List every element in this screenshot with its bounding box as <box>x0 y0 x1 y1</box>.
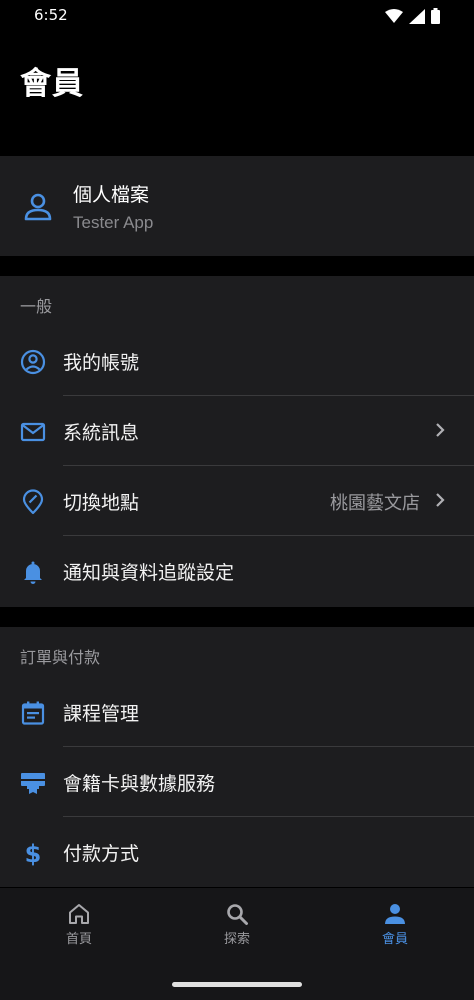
profile-name: 個人檔案 <box>73 184 150 206</box>
person-icon <box>385 904 405 924</box>
row-payment-methods[interactable]: $ 付款方式 <box>0 817 474 887</box>
search-icon <box>227 904 248 925</box>
row-label: 切換地點 <box>63 492 140 514</box>
row-label: 付款方式 <box>63 843 140 865</box>
home-icon <box>69 904 89 924</box>
section-header-orders: 訂單與付款 <box>20 648 101 667</box>
tab-member[interactable]: 會員 <box>345 902 445 947</box>
membership-card-icon <box>21 773 45 794</box>
signal-icon <box>409 8 425 24</box>
row-system-messages[interactable]: 系統訊息 <box>0 396 474 466</box>
wifi-icon <box>385 9 403 23</box>
home-indicator <box>172 982 302 987</box>
location-icon <box>22 489 44 515</box>
tab-label: 會員 <box>381 932 408 947</box>
battery-icon <box>431 8 440 24</box>
row-switch-location[interactable]: 切換地點 桃園藝文店 <box>0 466 474 536</box>
dollar-icon: $ <box>25 840 42 866</box>
person-outline-icon <box>24 193 52 221</box>
tab-label: 探索 <box>223 932 250 947</box>
row-label: 系統訊息 <box>63 422 140 444</box>
status-bar: 6:52 <box>0 0 474 32</box>
row-membership-card[interactable]: 會籍卡與數據服務 <box>0 747 474 817</box>
row-course-management[interactable]: 課程管理 <box>0 677 474 747</box>
calendar-icon <box>21 701 45 725</box>
chevron-right-icon <box>436 493 445 507</box>
svg-text:$: $ <box>25 840 42 866</box>
row-my-account[interactable]: 我的帳號 <box>0 326 474 396</box>
row-label: 課程管理 <box>63 703 140 725</box>
bell-icon <box>24 561 42 584</box>
chevron-right-icon <box>436 423 445 437</box>
row-label: 會籍卡與數據服務 <box>63 773 216 795</box>
row-notification-settings[interactable]: 通知與資料追蹤設定 <box>0 536 474 606</box>
current-location-value: 桃園藝文店 <box>330 493 420 514</box>
mail-icon <box>20 422 46 442</box>
row-label: 通知與資料追蹤設定 <box>63 562 235 584</box>
section-general: 一般 我的帳號 系統訊息 切換地點 桃園藝文店 通知與資料追蹤設定 <box>0 276 474 607</box>
status-time: 6:52 <box>34 6 68 24</box>
section-header-general: 一般 <box>20 297 53 316</box>
account-circle-icon <box>20 349 46 375</box>
tab-explore[interactable]: 探索 <box>187 902 287 947</box>
profile-subtitle: Tester App <box>73 213 154 232</box>
tab-home[interactable]: 首頁 <box>29 902 129 947</box>
page-title: 會員 <box>20 66 84 102</box>
section-orders-payments: 訂單與付款 課程管理 會籍卡與數據服務 $ 付款方式 <box>0 627 474 887</box>
tab-label: 首頁 <box>65 932 92 947</box>
profile-card[interactable] <box>0 156 474 256</box>
row-label: 我的帳號 <box>63 352 140 374</box>
